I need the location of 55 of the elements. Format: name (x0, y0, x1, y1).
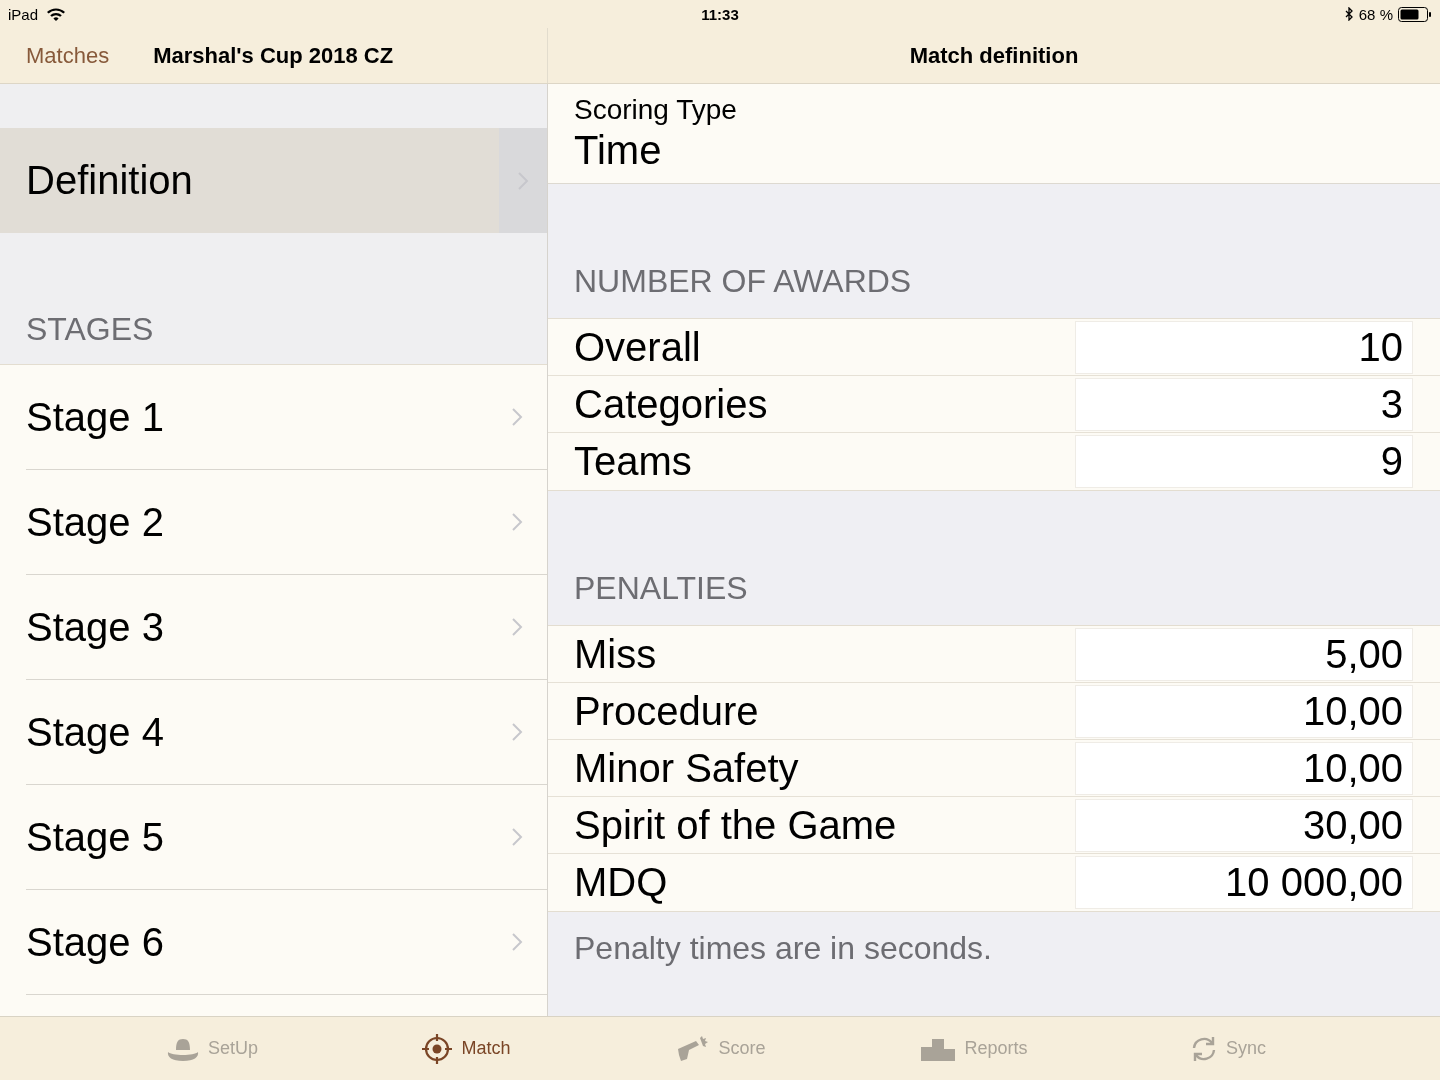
row-label: Stage 1 (26, 394, 164, 440)
number-field[interactable]: 9 (1075, 435, 1413, 488)
stage-row[interactable]: Stage 3 (26, 575, 547, 680)
row-label: Categories (574, 381, 769, 427)
chevron-icon (511, 827, 523, 847)
field-label: Scoring Type (574, 93, 738, 126)
stage-row[interactable]: Stage 1 (26, 365, 547, 470)
row-label: Teams (574, 439, 693, 484)
master-title: Marshal's Cup 2018 CZ (153, 42, 394, 69)
row-label: Stage 5 (26, 814, 164, 860)
detail-title: Match definition (909, 42, 1079, 69)
footer-note: Penalty times are in seconds. (574, 930, 992, 966)
number-field[interactable]: 30,00 (1075, 798, 1413, 852)
status-time: 11:33 (701, 5, 739, 23)
chevron-icon (511, 932, 523, 952)
field-value: Time (574, 126, 663, 174)
section-header: PENALTIES (574, 570, 748, 607)
number-field[interactable]: 10,00 (1075, 684, 1413, 738)
row-label: Stage 2 (26, 499, 164, 545)
number-field[interactable]: 5,00 (1075, 627, 1413, 681)
section-header: STAGES (26, 311, 154, 348)
section-header: NUMBER OF AWARDS (574, 263, 912, 300)
stage-row[interactable]: Stage 2 (26, 470, 547, 575)
row-label: Stage 6 (26, 919, 164, 965)
row-label: Overall (574, 324, 702, 370)
wifi-icon (46, 7, 67, 21)
crosshair-icon[interactable] (421, 1032, 454, 1065)
row-label: Procedure (574, 688, 760, 734)
bluetooth-icon (1344, 7, 1354, 21)
row-label: Minor Safety (574, 745, 800, 791)
podium-icon[interactable] (920, 1036, 957, 1061)
definition-row[interactable]: Definition (0, 128, 547, 233)
battery-icon (1398, 6, 1432, 22)
stage-row[interactable]: Stage 5 (26, 785, 547, 890)
row-label: Miss (574, 631, 658, 677)
chevron-icon (511, 617, 523, 637)
row-label: Stage 3 (26, 604, 164, 650)
chevron-icon (511, 407, 523, 427)
row-label: Definition (25, 158, 194, 203)
back-link[interactable]: Matches (26, 42, 110, 69)
row-label: Spirit of the Game (574, 802, 898, 848)
stage-row[interactable]: Stage 6 (26, 890, 547, 995)
row-label: MDQ (574, 860, 669, 905)
number-field[interactable]: 10,00 (1075, 741, 1413, 795)
number-field[interactable]: 10 000,00 (1075, 856, 1413, 909)
sync-icon[interactable] (1190, 1034, 1218, 1063)
chevron-icon (511, 512, 523, 532)
stage-row[interactable]: Stage 4 (26, 680, 547, 785)
number-field[interactable]: 10 (1075, 320, 1413, 374)
device-name: iPad (8, 5, 39, 23)
tab[interactable]: Match (461, 1038, 511, 1059)
chevron-icon (511, 722, 523, 742)
battery-percentage: 68 % (1358, 5, 1393, 23)
row-label: Stage 4 (26, 709, 164, 755)
number-field[interactable]: 3 (1075, 377, 1413, 431)
